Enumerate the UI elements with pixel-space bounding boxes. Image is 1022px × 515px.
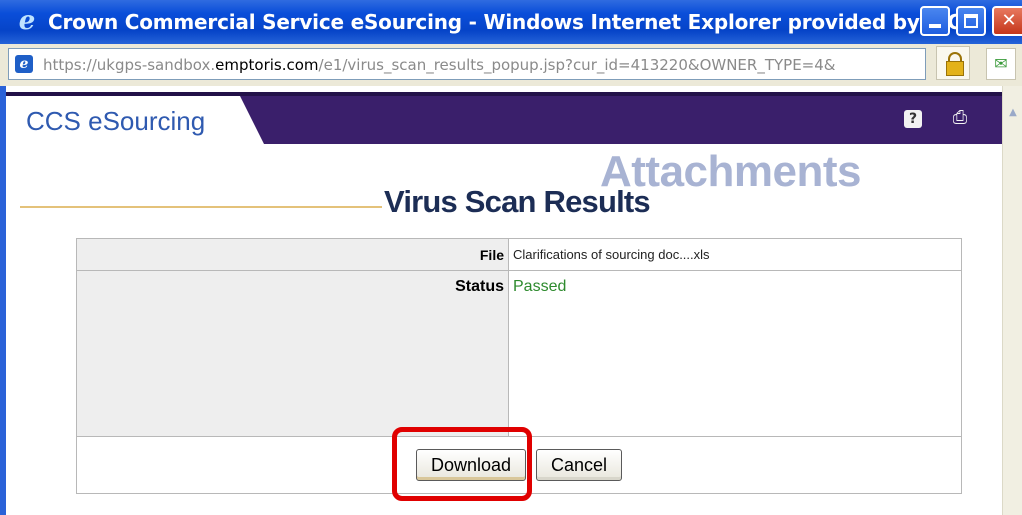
- page-status-icon[interactable]: ✉: [986, 48, 1016, 80]
- brand-name: CCS eSourcing: [26, 106, 206, 136]
- minimize-icon: [929, 24, 941, 28]
- url-text: https://ukgps-sandbox.emptoris.com/e1/vi…: [43, 55, 923, 75]
- file-label: File: [76, 238, 509, 271]
- close-icon: ✕: [1001, 10, 1017, 31]
- scroll-up-icon[interactable]: ▲: [1005, 104, 1021, 122]
- window-title: Crown Commercial Service eSourcing - Win…: [48, 10, 962, 34]
- maximize-button[interactable]: [956, 6, 986, 36]
- page-content: CCS eSourcing ? ⎙ Attachments Virus Scan…: [6, 86, 1002, 515]
- status-value: Passed: [508, 270, 962, 437]
- page-title: Virus Scan Results: [384, 184, 651, 219]
- vertical-scrollbar[interactable]: ▲: [1002, 86, 1022, 515]
- table-row: File Clarifications of sourcing doc....x…: [76, 238, 962, 271]
- print-icon[interactable]: ⎙: [950, 108, 970, 128]
- cancel-button[interactable]: Cancel: [535, 449, 622, 481]
- button-row: Download Cancel: [76, 436, 962, 494]
- padlock-icon[interactable]: [936, 46, 970, 80]
- page-icon: e: [15, 55, 33, 73]
- title-rule: [20, 206, 382, 208]
- url-field[interactable]: e https://ukgps-sandbox.emptoris.com/e1/…: [8, 48, 926, 80]
- scan-results-table: File Clarifications of sourcing doc....x…: [76, 238, 962, 494]
- table-row: Status Passed: [76, 270, 962, 437]
- brand-header: CCS eSourcing ? ⎙: [6, 92, 1002, 144]
- close-window-button[interactable]: ✕: [992, 6, 1022, 36]
- maximize-icon: [964, 14, 978, 28]
- url-prefix: https://ukgps-sandbox.: [43, 56, 216, 74]
- button-cell: Download Cancel: [76, 436, 962, 494]
- minimize-button[interactable]: [920, 6, 950, 36]
- url-host: emptoris.com: [215, 56, 319, 74]
- ie-logo-icon: e: [18, 6, 36, 36]
- download-button[interactable]: Download: [416, 449, 527, 481]
- url-path: /e1/virus_scan_results_popup.jsp?cur_id=…: [318, 56, 836, 74]
- status-label: Status: [76, 270, 509, 437]
- address-bar: e https://ukgps-sandbox.emptoris.com/e1/…: [0, 44, 1022, 87]
- file-value: Clarifications of sourcing doc....xls: [508, 238, 962, 271]
- help-icon[interactable]: ?: [904, 110, 922, 128]
- window-title-bar: e Crown Commercial Service eSourcing - W…: [0, 0, 1022, 44]
